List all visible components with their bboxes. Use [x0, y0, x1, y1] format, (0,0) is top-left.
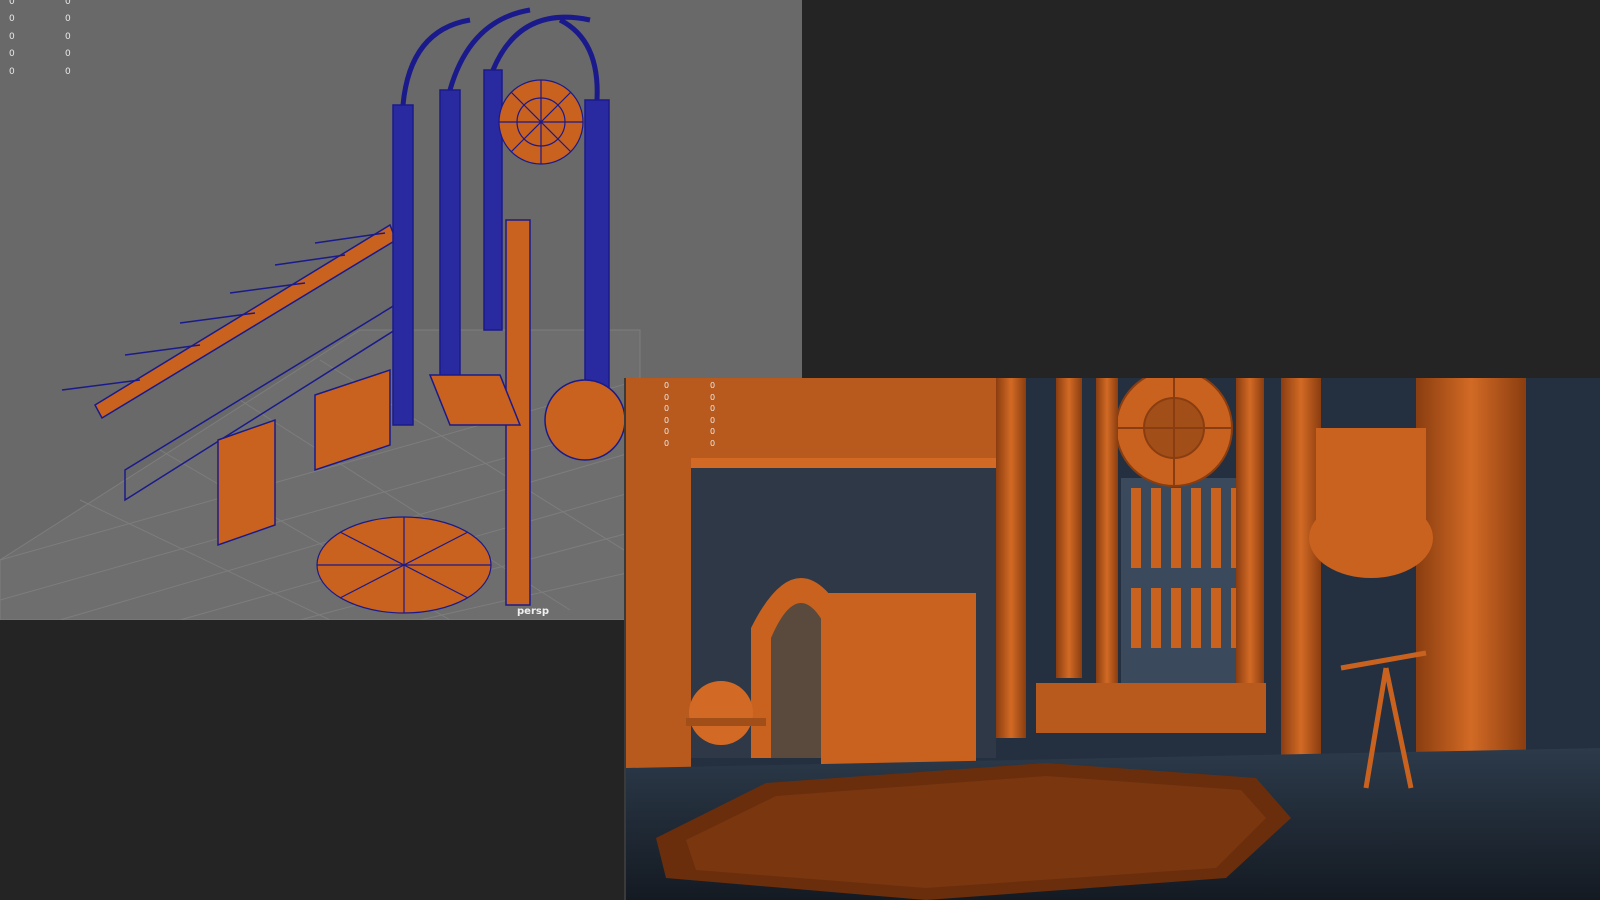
- bookshelf: [626, 458, 691, 788]
- globe: [689, 681, 753, 745]
- render-viewport[interactable]: 00 00 00 00 00 00: [624, 378, 1600, 900]
- pulpit-render: [1309, 428, 1433, 578]
- rose-window: [498, 79, 584, 165]
- render-hud-stats: 00 00 00 00 00 00: [664, 381, 716, 448]
- rose-window-render: [1115, 378, 1233, 487]
- persp-hud-stats: 00 00 00 00 00: [9, 0, 71, 77]
- wardrobe: [821, 593, 976, 768]
- round-rug: [316, 516, 492, 614]
- back-windows: [1121, 478, 1251, 683]
- pulpit: [544, 379, 626, 461]
- altar-steps: [1036, 683, 1266, 733]
- camera-label: persp: [517, 606, 549, 617]
- rendered-scene: [626, 378, 1600, 900]
